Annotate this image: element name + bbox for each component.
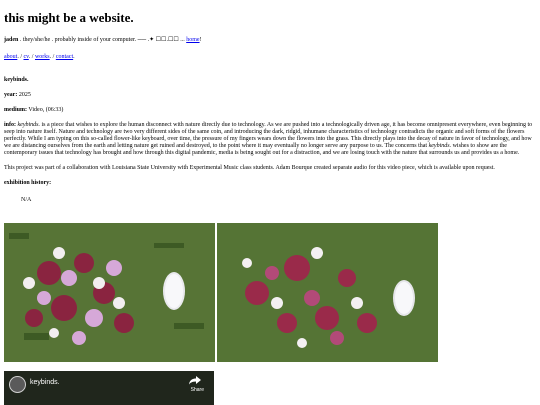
site-title: this might be a website. <box>4 10 134 25</box>
flower-keyboard-image <box>4 223 215 362</box>
collaboration-paragraph: This project was part of a collaboration… <box>4 165 495 171</box>
year-line: year: 2025 <box>4 92 536 99</box>
exhibition-history-value: N/A <box>21 197 32 203</box>
share-icon[interactable] <box>188 375 202 385</box>
year-label: year: <box>4 92 18 98</box>
flower-keyboard-image <box>217 223 438 362</box>
info-work-title: keybinds. <box>17 122 41 128</box>
home-link[interactable]: home <box>186 37 199 43</box>
channel-avatar-icon[interactable] <box>9 376 26 393</box>
artwork-photo-1[interactable] <box>4 223 215 362</box>
nav-separator: . <box>73 54 75 60</box>
page-content: this might be a website. jaden . they/sh… <box>4 0 536 204</box>
nav-bar: about. / cv. / works. / contact. <box>4 54 536 61</box>
byline-end: ! <box>199 37 202 43</box>
author-name: jaden <box>4 37 19 43</box>
medium-value: Video, (06:33) <box>27 107 64 113</box>
info-work-title-2: keybinds. <box>428 143 452 149</box>
video-title[interactable]: keybinds. <box>30 379 60 386</box>
info-paragraph: info: keybinds. is a piece that wishes t… <box>4 122 536 157</box>
exhibition-history-label: exhibition history: <box>4 180 536 187</box>
work-title: keybinds. <box>4 77 29 83</box>
year-value: 2025 <box>17 92 31 98</box>
video-embed[interactable]: keybinds. Share <box>4 371 214 405</box>
nav-link-works[interactable]: works <box>35 54 50 60</box>
share-label[interactable]: Share <box>191 387 204 393</box>
medium-line: medium: Video, (06:33) <box>4 107 536 114</box>
info-label: info: <box>4 122 16 128</box>
exhibition-label-text: exhibition history: <box>4 180 52 186</box>
artwork-photo-2[interactable] <box>217 223 438 362</box>
byline-text: . they/she/he . probably inside of your … <box>18 37 187 43</box>
photo-gallery <box>4 223 444 363</box>
nav-link-contact[interactable]: contact <box>56 54 73 60</box>
medium-label: medium: <box>4 107 27 113</box>
byline: jaden . they/she/he . probably inside of… <box>4 37 536 44</box>
nav-link-about[interactable]: about <box>4 54 17 60</box>
